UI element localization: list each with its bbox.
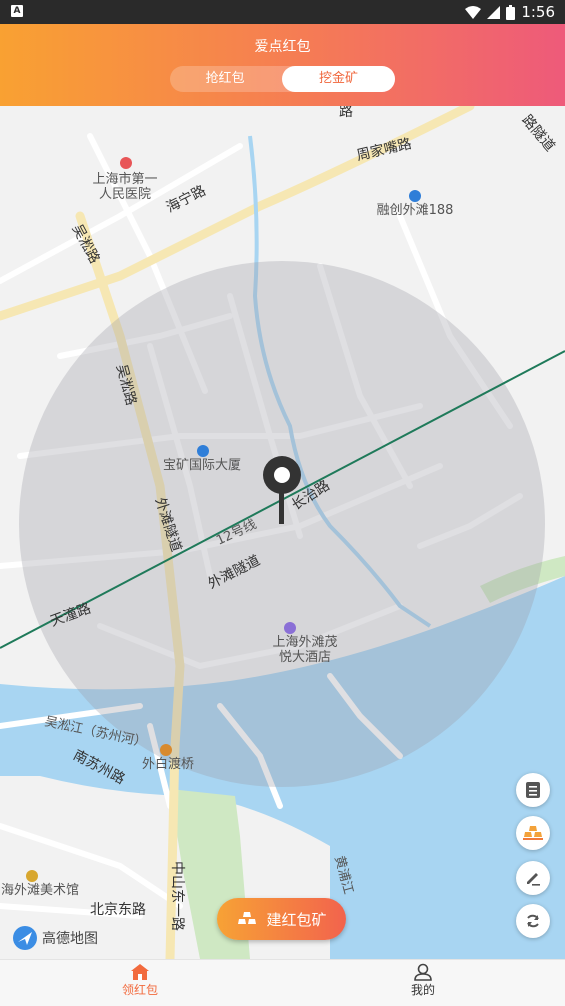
nav-mine[interactable]: 我的	[383, 960, 463, 1006]
signal-icon	[487, 5, 501, 19]
document-icon	[526, 782, 540, 798]
battery-icon	[506, 4, 516, 20]
map-view[interactable]: 上海市第一 人民医院 融创外滩188 周家嘴路 海宁路 吴淞路 吴淞路 宝矿国际…	[0, 106, 565, 959]
refresh-icon	[527, 914, 539, 928]
home-icon	[131, 964, 149, 980]
document-button[interactable]	[516, 773, 550, 807]
edit-icon	[527, 873, 540, 886]
tab-switcher: 抢红包 挖金矿	[170, 66, 395, 92]
nav-mine-label: 我的	[410, 983, 435, 997]
amap-logo-icon	[13, 926, 37, 950]
status-bar: A 1:56	[0, 0, 565, 24]
hotel-label-line1: 上海外滩茂	[272, 635, 337, 650]
user-icon	[414, 963, 432, 981]
app-notification-icon: A	[11, 5, 23, 17]
zhongshan-road-label: 中山东一路	[169, 861, 185, 931]
baokuang-building-label: 宝矿国际大厦	[163, 458, 241, 473]
build-red-packet-mine-button[interactable]: 建红包矿	[217, 898, 346, 940]
wifi-icon	[465, 5, 482, 19]
hospital-label-line2: 人民医院	[99, 187, 151, 202]
header: 爱点红包 抢红包 挖金矿	[0, 24, 565, 106]
gold-icon	[523, 826, 543, 840]
refresh-button[interactable]	[516, 904, 550, 938]
beijing-east-road-label: 北京东路	[90, 902, 146, 918]
build-button-label: 建红包矿	[266, 910, 327, 929]
art-museum-label: 海外滩美术馆	[1, 883, 79, 898]
gold-bars-icon	[238, 912, 257, 924]
status-time: 1:56	[521, 3, 555, 21]
gold-mine-button[interactable]	[516, 816, 550, 850]
ronchuang-label: 融创外滩188	[377, 203, 454, 218]
amap-logo-text: 高德地图	[42, 931, 98, 947]
tab-grab-red-packet[interactable]: 抢红包	[170, 66, 280, 92]
hotel-label-line2: 悦大酒店	[279, 650, 331, 665]
bottom-navigation: 领红包 我的	[0, 959, 565, 1006]
waibaidu-bridge-label: 外白渡桥	[142, 756, 194, 772]
amap-logo: 高德地图	[12, 923, 98, 953]
top-road-label: 路	[339, 106, 353, 120]
nav-receive-label: 领红包	[121, 983, 158, 997]
page-title: 爱点红包	[254, 39, 311, 55]
nav-receive-red-packet[interactable]: 领红包	[100, 960, 180, 1006]
edit-button[interactable]	[516, 861, 550, 895]
hospital-label-line1: 上海市第一	[92, 171, 157, 187]
tab-dig-gold-mine[interactable]: 挖金矿	[282, 66, 395, 92]
